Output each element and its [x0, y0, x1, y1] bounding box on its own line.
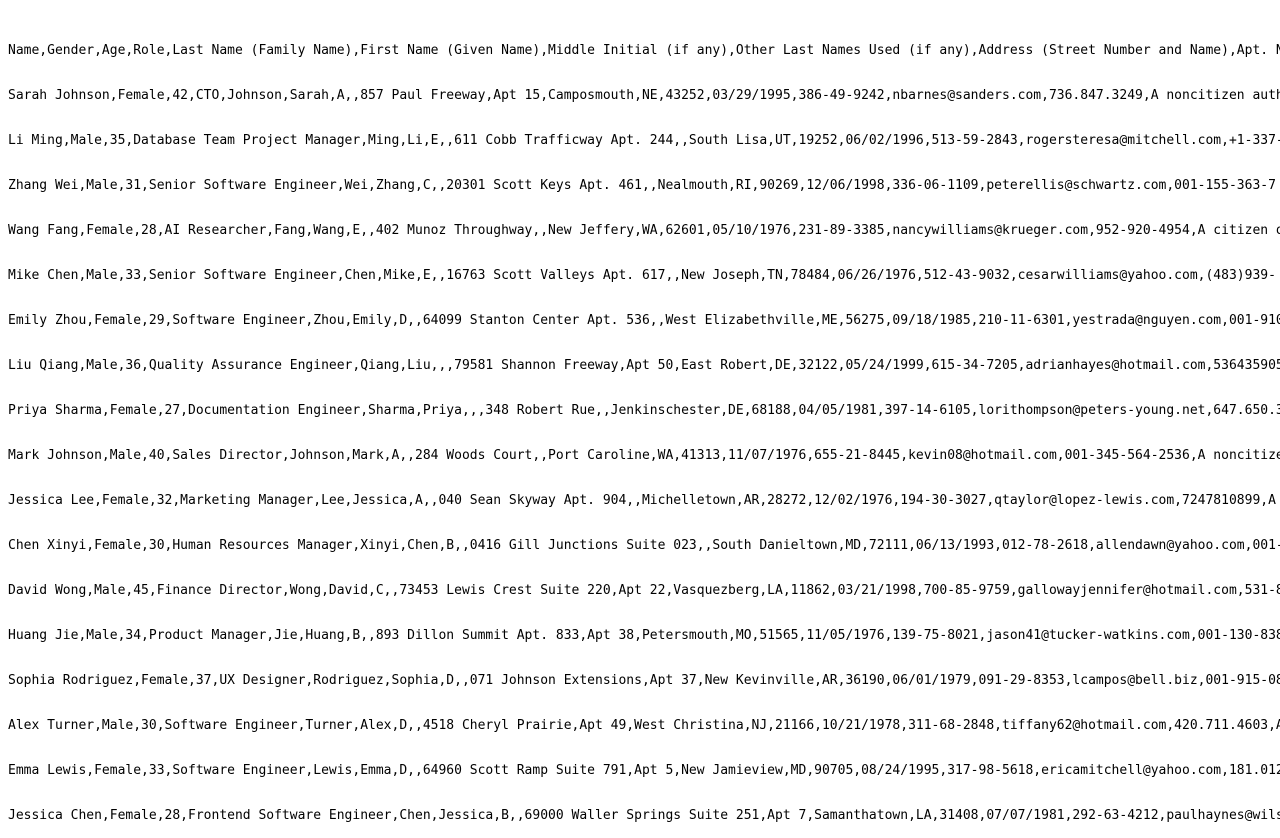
- csv-row: Chen Xinyi,Female,30,Human Resources Man…: [8, 538, 1280, 553]
- csv-row: Li Ming,Male,35,Database Team Project Ma…: [8, 133, 1280, 148]
- csv-row: Mike Chen,Male,33,Senior Software Engine…: [8, 268, 1276, 283]
- csv-row: Alex Turner,Male,30,Software Engineer,Tu…: [8, 718, 1280, 733]
- csv-row: Priya Sharma,Female,27,Documentation Eng…: [8, 403, 1280, 418]
- csv-document: Name,Gender,Age,Role,Last Name (Family N…: [8, 13, 1280, 838]
- csv-row: Jessica Chen,Female,28,Frontend Software…: [8, 808, 1280, 823]
- csv-row: David Wong,Male,45,Finance Director,Wong…: [8, 583, 1280, 598]
- csv-row: Jessica Lee,Female,32,Marketing Manager,…: [8, 493, 1276, 508]
- csv-row: Wang Fang,Female,28,AI Researcher,Fang,W…: [8, 223, 1280, 238]
- csv-row: Sophia Rodriguez,Female,37,UX Designer,R…: [8, 673, 1280, 688]
- csv-row: Huang Jie,Male,34,Product Manager,Jie,Hu…: [8, 628, 1280, 643]
- csv-row: Mark Johnson,Male,40,Sales Director,John…: [8, 448, 1280, 463]
- csv-row: Zhang Wei,Male,31,Senior Software Engine…: [8, 178, 1276, 193]
- csv-row: Sarah Johnson,Female,42,CTO,Johnson,Sara…: [8, 88, 1280, 103]
- csv-row: Emily Zhou,Female,29,Software Engineer,Z…: [8, 313, 1280, 328]
- csv-header-row: Name,Gender,Age,Role,Last Name (Family N…: [8, 43, 1280, 58]
- csv-row: Emma Lewis,Female,33,Software Engineer,L…: [8, 763, 1280, 778]
- csv-row: Liu Qiang,Male,36,Quality Assurance Engi…: [8, 358, 1280, 373]
